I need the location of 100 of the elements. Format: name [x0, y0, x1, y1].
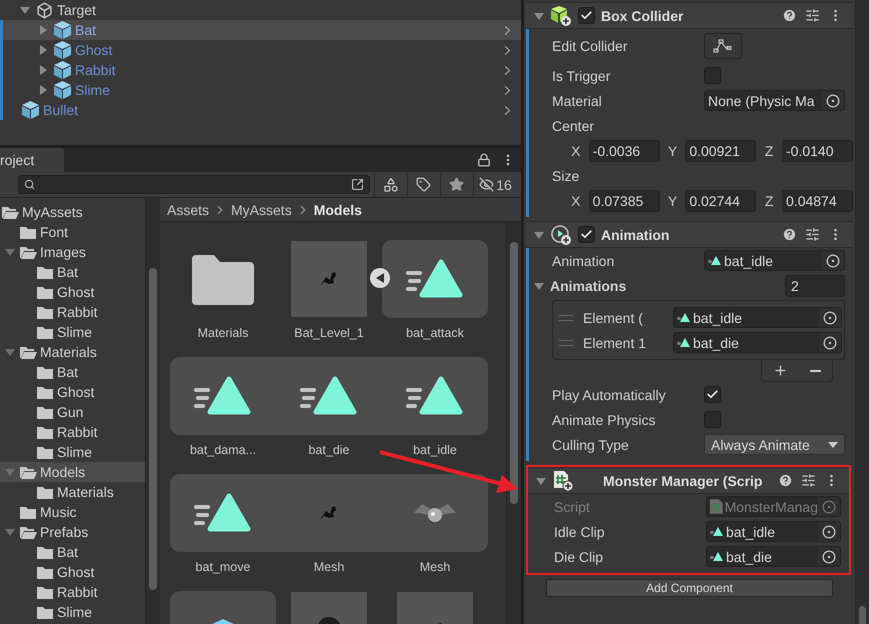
asset-label: Bat_Level_1: [294, 326, 364, 340]
sub-asset-tile[interactable]: [170, 474, 276, 552]
enable-checkbox[interactable]: [578, 226, 595, 243]
expanded-arrow-icon[interactable]: [534, 280, 544, 290]
breadcrumb-link[interactable]: Assets: [167, 202, 210, 218]
hierarchy-item[interactable]: Target: [0, 0, 521, 20]
sub-asset-tile[interactable]: [382, 357, 488, 435]
drag-handle-icon[interactable]: [559, 314, 573, 320]
help-icon[interactable]: [778, 473, 793, 488]
hierarchy-item[interactable]: Rabbit: [0, 60, 521, 80]
folder-item[interactable]: Bat: [0, 262, 145, 282]
add-element-button[interactable]: [773, 363, 788, 378]
array-size-field[interactable]: 2: [785, 274, 845, 296]
presets-icon[interactable]: [805, 8, 820, 23]
element-label: Element 1: [583, 334, 648, 350]
help-icon[interactable]: [782, 8, 797, 23]
component-header[interactable]: Box Collider: [526, 2, 853, 29]
number-field[interactable]: 0.07385: [588, 190, 660, 212]
help-icon[interactable]: [782, 227, 797, 242]
object-field[interactable]: bat_die: [706, 546, 841, 567]
hierarchy-item[interactable]: Bat: [0, 20, 521, 40]
object-field[interactable]: None (Physic Ma: [704, 90, 845, 111]
folder-item[interactable]: Ghost: [0, 562, 145, 582]
collapsed-arrow-icon[interactable]: [38, 25, 48, 35]
folder-icon: [192, 253, 254, 305]
search-mode-icon[interactable]: [351, 178, 364, 191]
dropdown[interactable]: Always Animate: [704, 434, 845, 455]
scrollbar[interactable]: [855, 0, 869, 624]
bat-mesh-icon: [414, 501, 456, 525]
folder-item[interactable]: Bat: [0, 542, 145, 562]
check-icon: [580, 228, 593, 241]
project-tab[interactable]: roject: [0, 148, 64, 172]
checkbox[interactable]: [704, 386, 721, 403]
lock-icon[interactable]: [477, 153, 491, 167]
expanded-arrow-icon[interactable]: [536, 476, 546, 486]
star-icon: [449, 177, 464, 192]
folder-item[interactable]: Models: [0, 462, 145, 482]
component-header[interactable]: Animation: [526, 221, 853, 248]
breadcrumb-link[interactable]: Models: [314, 202, 362, 218]
add-component-button[interactable]: Add Component: [546, 579, 833, 597]
sub-asset-tile[interactable]: [170, 357, 276, 435]
number-field[interactable]: 0.00921: [685, 140, 756, 162]
field-label: Die Clip: [554, 548, 604, 564]
folder-item[interactable]: Images: [0, 242, 145, 262]
sub-asset-tile[interactable]: [382, 474, 488, 552]
folder-item[interactable]: Rabbit: [0, 422, 145, 442]
component-title: Box Collider: [601, 8, 684, 24]
folder-item[interactable]: Ghost: [0, 282, 145, 302]
object-field[interactable]: bat_idle: [706, 521, 841, 542]
folder-item[interactable]: Slime: [0, 442, 145, 462]
sub-asset-tile[interactable]: [382, 240, 488, 318]
object-field[interactable]: bat_die: [673, 332, 842, 353]
folder-item[interactable]: Slime: [0, 322, 145, 342]
folder-item[interactable]: MyAssets: [0, 202, 145, 222]
folder-item[interactable]: Rabbit: [0, 302, 145, 322]
number-field[interactable]: 0.04874: [782, 190, 854, 212]
collapsed-arrow-icon[interactable]: [38, 65, 48, 75]
object-value: bat_die: [693, 334, 739, 350]
hierarchy-item[interactable]: Slime: [0, 80, 521, 100]
folder-item[interactable]: Ghost: [0, 382, 145, 402]
folder-item[interactable]: Materials: [0, 482, 145, 502]
folder-item[interactable]: Rabbit: [0, 582, 145, 602]
folder-item[interactable]: Prefabs: [0, 522, 145, 542]
collapsed-arrow-icon[interactable]: [38, 45, 48, 55]
number-field[interactable]: -0.0036: [588, 140, 660, 162]
hierarchy-item[interactable]: Bullet: [0, 100, 521, 120]
object-field[interactable]: bat_idle: [704, 250, 845, 271]
asset-label: bat_idle: [413, 443, 457, 457]
object-field[interactable]: bat_idle: [673, 307, 842, 328]
number-field[interactable]: 0.02744: [685, 190, 756, 212]
expanded-arrow-icon[interactable]: [534, 230, 544, 240]
scrollbar[interactable]: [145, 198, 160, 624]
enable-checkbox[interactable]: [578, 7, 595, 24]
component-header[interactable]: Monster Manager (Scrip: [528, 467, 849, 494]
folder-item[interactable]: Font: [0, 222, 145, 242]
checkbox[interactable]: [704, 411, 721, 428]
shapes-icon: [382, 176, 398, 192]
number-field[interactable]: -0.0140: [782, 140, 854, 162]
folder-item[interactable]: Gun: [0, 402, 145, 422]
scrollbar[interactable]: [506, 222, 521, 624]
hierarchy-item[interactable]: Ghost: [0, 40, 521, 60]
expanded-arrow-icon[interactable]: [534, 10, 544, 20]
folder-item[interactable]: Slime: [0, 602, 145, 622]
edit-collider-button[interactable]: [704, 33, 742, 59]
drag-handle-icon[interactable]: [559, 340, 573, 346]
folder-item[interactable]: Bat: [0, 362, 145, 382]
presets-icon[interactable]: [805, 227, 820, 242]
expand-button[interactable]: [370, 268, 390, 288]
checkbox[interactable]: [704, 67, 721, 84]
collapsed-arrow-icon[interactable]: [38, 85, 48, 95]
presets-icon[interactable]: [801, 473, 816, 488]
folder-item[interactable]: Materials: [0, 342, 145, 362]
dropdown-caret-icon: [828, 442, 838, 448]
expanded-arrow-icon[interactable]: [20, 5, 30, 15]
triangle-icon: [376, 273, 384, 283]
folder-item[interactable]: Music: [0, 502, 145, 522]
folder-icon: [37, 326, 54, 338]
field-label: Animate Physics: [552, 412, 656, 428]
breadcrumb-link[interactable]: MyAssets: [231, 202, 292, 218]
search-field[interactable]: [18, 175, 370, 194]
